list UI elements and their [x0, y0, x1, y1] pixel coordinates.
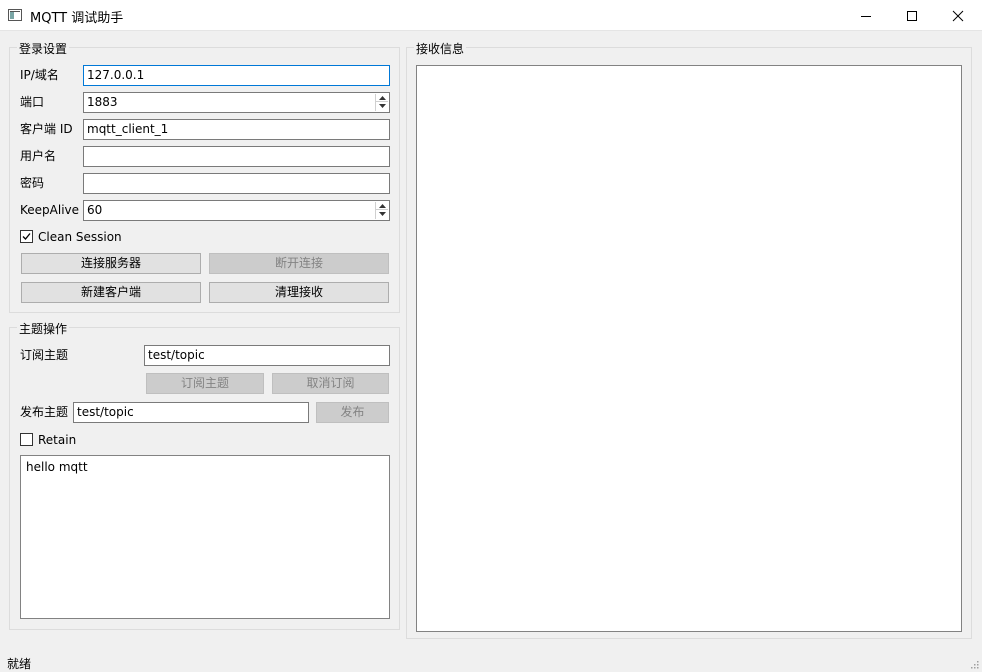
port-spinbox[interactable]: 1883 [83, 92, 390, 113]
clean-session-label[interactable]: Clean Session [38, 230, 122, 244]
checkmark-icon [22, 233, 31, 240]
title-bar[interactable]: MQTT 调试助手 [0, 0, 982, 31]
maximize-button[interactable] [889, 0, 935, 31]
keepalive-label: KeepAlive [20, 203, 80, 217]
minimize-icon [861, 15, 871, 17]
port-spin-arrows [375, 94, 388, 111]
ip-label: IP/域名 [20, 68, 59, 82]
password-input[interactable] [83, 173, 390, 194]
username-input[interactable] [83, 146, 390, 167]
arrow-down-icon [378, 104, 386, 108]
new-client-button[interactable]: 新建客户端 [21, 282, 201, 303]
publish-topic-input[interactable]: test/topic [73, 402, 309, 423]
status-text: 就绪 [7, 657, 32, 671]
keepalive-spin-arrows [375, 202, 388, 219]
resize-grip-icon[interactable] [969, 659, 979, 669]
subscribe-topic-input[interactable]: test/topic [144, 345, 390, 366]
client-id-input[interactable]: mqtt_client_1 [83, 119, 390, 140]
topic-operations-title: 主题操作 [17, 320, 70, 337]
publish-message-textarea[interactable]: hello mqtt [20, 455, 390, 619]
arrow-down-icon [378, 212, 386, 216]
keepalive-increment-button[interactable] [376, 202, 388, 210]
maximize-icon [907, 10, 917, 21]
client-id-label: 客户端 ID [20, 122, 73, 136]
clean-session-checkbox[interactable] [20, 230, 33, 243]
retain-checkbox[interactable] [20, 433, 33, 446]
app-window-icon [8, 9, 22, 21]
clear-receive-button[interactable]: 清理接收 [209, 282, 389, 303]
receive-info-title: 接收信息 [414, 40, 467, 57]
subscribe-topic-label: 订阅主题 [20, 348, 69, 362]
port-label: 端口 [20, 95, 45, 109]
port-decrement-button[interactable] [376, 102, 388, 110]
connect-button[interactable]: 连接服务器 [21, 253, 201, 274]
publish-button[interactable]: 发布 [316, 402, 389, 423]
port-increment-button[interactable] [376, 94, 388, 102]
arrow-up-icon [378, 203, 386, 208]
publish-topic-label: 发布主题 [20, 405, 69, 419]
minimize-button[interactable] [843, 0, 889, 31]
subscribe-button[interactable]: 订阅主题 [146, 373, 264, 394]
port-value: 1883 [87, 95, 118, 109]
disconnect-button[interactable]: 断开连接 [209, 253, 389, 274]
unsubscribe-button[interactable]: 取消订阅 [272, 373, 389, 394]
login-settings-title: 登录设置 [17, 40, 70, 57]
ip-input[interactable]: 127.0.0.1 [83, 65, 390, 86]
close-icon [952, 10, 964, 21]
keepalive-value: 60 [87, 203, 103, 217]
receive-output-textarea[interactable] [416, 65, 962, 632]
retain-label[interactable]: Retain [38, 433, 76, 447]
arrow-up-icon [378, 95, 386, 100]
username-label: 用户名 [20, 149, 57, 163]
close-button[interactable] [935, 0, 981, 31]
password-label: 密码 [20, 176, 45, 190]
keepalive-decrement-button[interactable] [376, 210, 388, 218]
keepalive-spinbox[interactable]: 60 [83, 200, 390, 221]
window-title: MQTT 调试助手 [30, 11, 124, 26]
